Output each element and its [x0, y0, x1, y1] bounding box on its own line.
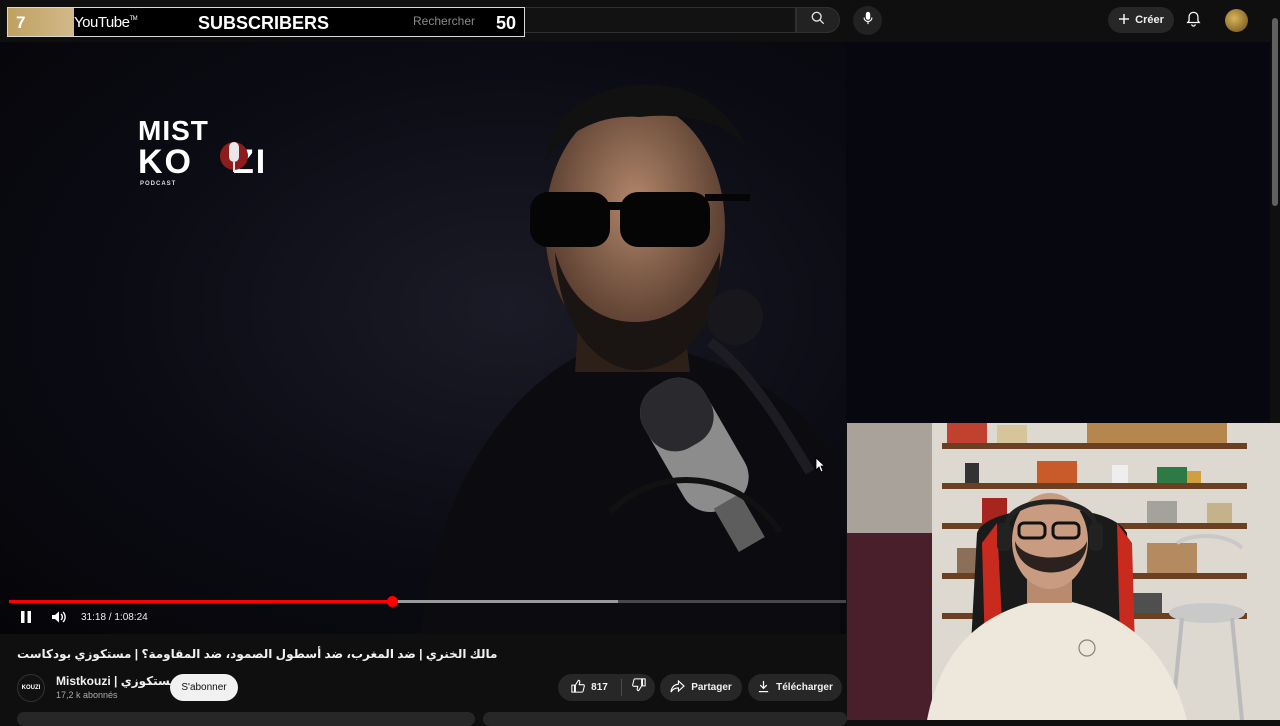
create-label: Créer [1135, 14, 1164, 26]
pause-button[interactable] [17, 610, 35, 628]
dislike-button[interactable] [622, 674, 655, 701]
share-label: Partager [691, 682, 732, 693]
thumbs-up-icon [571, 679, 586, 696]
download-button[interactable]: Télécharger [748, 674, 842, 701]
subscribe-button[interactable]: S'abonner [170, 674, 238, 701]
like-dislike-group: 817 [558, 674, 655, 701]
time-display: 31:18 / 1:08:24 [81, 612, 148, 623]
progress-bar[interactable] [9, 596, 846, 607]
subscriber-count: 50 [495, 13, 516, 33]
webcam-scene [847, 423, 1280, 720]
notifications-button[interactable] [1182, 10, 1204, 32]
overlay-search-text: Rechercher [413, 14, 476, 28]
search-button[interactable] [796, 7, 840, 33]
thumbs-down-icon [631, 678, 646, 697]
channel-name[interactable]: Mistkouzi | مستكوزي [56, 674, 178, 688]
progress-played [9, 600, 393, 603]
search-icon [811, 11, 825, 30]
video-player[interactable]: MIST KO ZI PODCAST [0, 42, 846, 634]
subscriber-rank: 7 [8, 8, 74, 36]
podcast-logo-tag: PODCAST [140, 181, 177, 187]
download-label: Télécharger [776, 682, 833, 693]
account-avatar[interactable] [1225, 9, 1248, 32]
share-button[interactable]: Partager [660, 674, 742, 701]
channel-subscriber-count: 17,2 k abonnés [56, 690, 118, 700]
scrollbar-thumb[interactable] [1272, 18, 1278, 206]
volume-icon [51, 610, 67, 629]
cursor-icon [815, 457, 826, 478]
plus-icon [1118, 13, 1130, 28]
channel-avatar[interactable]: KOUZI [17, 674, 45, 702]
volume-button[interactable] [50, 610, 68, 628]
bell-icon [1185, 11, 1201, 32]
voice-search-button[interactable] [853, 6, 882, 35]
page-scrollbar[interactable] [1270, 0, 1280, 423]
mic-icon [862, 11, 874, 30]
trademark-mark: TM [129, 16, 138, 22]
like-count: 817 [591, 682, 608, 693]
youtube-brand: YouTube [74, 14, 130, 31]
subscribers-label: SUBSCRIBERS [198, 13, 330, 33]
video-title: مالك الخنري | ضد المغرب، ضد أسطول الصمود… [17, 647, 498, 661]
like-button[interactable]: 817 [558, 674, 621, 701]
video-frame-person [420, 84, 840, 634]
subscriber-counter-overlay: 7 YouTubeTM SUBSCRIBERS Rechercher 50 [7, 7, 525, 37]
video-side-area [846, 42, 1270, 423]
comments-card[interactable] [483, 712, 847, 726]
description-card[interactable] [17, 712, 475, 726]
podcast-logo-part1: KO [138, 143, 193, 181]
webcam-overlay [847, 423, 1280, 720]
podcast-logo-mic-icon [220, 142, 248, 172]
pause-icon [19, 610, 33, 629]
youtube-logo-text: YouTubeTM [74, 8, 138, 36]
download-icon [757, 680, 770, 696]
create-button[interactable]: Créer [1108, 7, 1174, 33]
podcast-logo-line1: MIST [138, 115, 209, 146]
share-icon [670, 679, 686, 696]
